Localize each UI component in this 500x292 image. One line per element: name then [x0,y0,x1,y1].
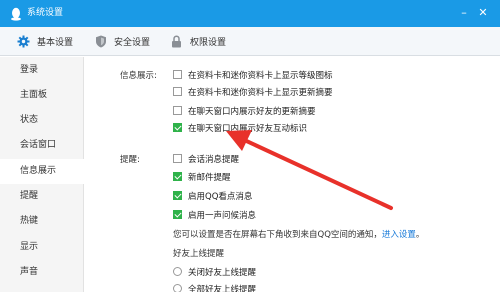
radio-all-online-reminder[interactable]: 全部好友上线提醒 [173,282,256,292]
radio-disable-online-reminder[interactable]: 关闭好友上线提醒 [173,265,256,278]
radio-label: 全部好友上线提醒 [188,284,257,292]
friend-online-reminder-label: 好友上线提醒 [173,249,225,259]
option-qq-kandian[interactable]: 启用QQ看点消息 [173,189,252,202]
qq-penguin-icon [11,7,21,21]
sidebar-item-info-display[interactable]: 信息展示 [0,159,85,184]
option-show-update-summary-card[interactable]: 在资料卡和迷你资料卡上显示更新摘要 [173,85,333,98]
checkbox-checked[interactable] [173,172,182,181]
option-session-message-reminder[interactable]: 会话消息提醒 [173,152,239,165]
checkbox[interactable] [173,87,182,96]
checkbox-checked[interactable] [173,191,182,200]
option-label: 会话消息提醒 [188,154,240,165]
tab-security-settings[interactable]: 安全设置 [94,27,150,56]
option-label: 在资料卡和迷你资料卡上显示等级图标 [188,70,333,81]
enter-settings-link[interactable]: 进入设置 [382,230,416,240]
radio-button[interactable] [173,267,182,276]
option-show-interaction-badge[interactable]: 在聊天窗口内展示好友互动标识 [173,121,307,134]
tab-label: 安全设置 [114,38,151,48]
tab-bar: 基本设置 安全设置 权限设置 [0,27,500,56]
info-display-section-label: 信息展示: [120,71,157,81]
option-new-mail-reminder[interactable]: 新邮件提醒 [173,170,231,183]
option-label: 新邮件提醒 [188,172,231,183]
reminder-section-label: 提醒: [120,155,140,165]
close-button[interactable]: ✕ [477,6,489,20]
checkbox[interactable] [173,106,182,115]
checkbox-checked[interactable] [173,123,182,132]
title-bar: 系统设置 – ✕ [0,0,500,27]
lock-icon [170,35,183,48]
sidebar-item-hotkeys[interactable]: 热键 [0,209,84,234]
option-greeting-message[interactable]: 启用一声问候消息 [173,208,256,221]
window-title: 系统设置 [27,8,64,18]
option-label: 启用一声问候消息 [188,210,257,221]
sidebar-item-login[interactable]: 登录 [0,58,84,83]
option-label: 启用QQ看点消息 [188,191,253,202]
sidebar-item-main-panel[interactable]: 主面板 [0,83,84,108]
minimize-button[interactable]: – [458,6,470,20]
qzone-notification-note: 您可以设置是否在屏幕右下角收到来自QQ空间的通知，进入设置。 [173,228,424,240]
checkbox-checked[interactable] [173,210,182,219]
option-label: 在资料卡和迷你资料卡上显示更新摘要 [188,87,333,98]
gear-icon [17,35,30,48]
option-label: 在聊天窗口内展示好友互动标识 [188,123,308,134]
shield-icon [94,35,107,48]
tab-label: 基本设置 [37,38,74,48]
sidebar-item-chat-window[interactable]: 会话窗口 [0,133,84,158]
tab-basic-settings[interactable]: 基本设置 [17,27,73,56]
sidebar: 登录 主面板 状态 会话窗口 信息展示 提醒 热键 显示 声音 [0,57,85,292]
tab-label: 权限设置 [190,38,227,48]
option-show-level-icon[interactable]: 在资料卡和迷你资料卡上显示等级图标 [173,68,333,81]
option-show-update-summary-chat[interactable]: 在聊天窗口内展示好友的更新摘要 [173,104,316,117]
sidebar-item-display[interactable]: 显示 [0,235,84,260]
sidebar-item-reminder[interactable]: 提醒 [0,184,84,209]
sidebar-item-status[interactable]: 状态 [0,108,84,133]
radio-button[interactable] [173,284,182,292]
option-label: 在聊天窗口内展示好友的更新摘要 [188,106,316,117]
checkbox[interactable] [173,70,182,79]
checkbox[interactable] [173,154,182,163]
radio-label: 关闭好友上线提醒 [188,267,257,278]
note-text: 您可以设置是否在屏幕右下角收到来自QQ空间的通知， [173,230,382,240]
note-period: 。 [415,230,425,240]
sidebar-item-sound[interactable]: 声音 [0,260,84,285]
tab-permission-settings[interactable]: 权限设置 [170,27,226,56]
